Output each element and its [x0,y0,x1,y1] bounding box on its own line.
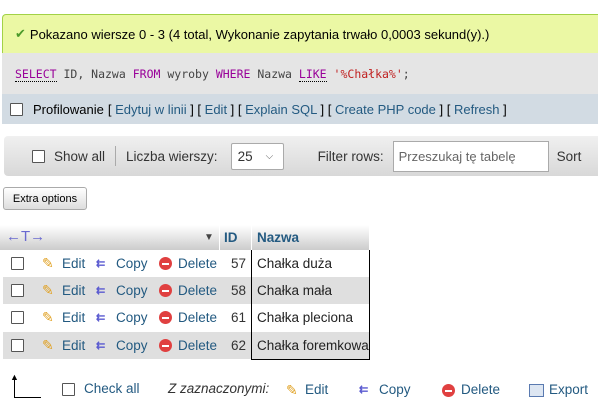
row-delete-button[interactable]: Delete [178,277,217,304]
profiling-label: Profilowanie [33,101,104,117]
sql-text: ID, Nazwa [56,66,133,81]
row-edit-button[interactable]: Edit [62,250,85,277]
success-message: ✔ Pokazano wiersze 0 - 3 (4 total, Wykona… [2,14,598,53]
extra-options-button[interactable]: Extra options [3,187,87,210]
rows-per-page-value: 25 [237,148,253,164]
row-checkbox[interactable] [11,257,24,270]
row-copy-button[interactable]: Copy [116,250,148,277]
sql-keyword[interactable]: SELECT [15,66,57,82]
sort-label: Sort [556,148,582,164]
column-header-id[interactable]: ID [224,230,238,245]
delete-icon [159,339,172,352]
row-id: 58 [230,283,246,298]
sort-triangle-icon[interactable]: ▼ [204,232,214,243]
delete-icon [442,384,455,397]
success-text: Pokazano wiersze 0 - 3 (4 total, Wykonan… [29,26,490,42]
copy-icon: ⇇ [96,285,106,297]
table-navigation-toolbar: Show all Liczba wierszy: 25 ⌵ Filter rows… [4,136,598,176]
row-copy-button[interactable]: Copy [116,277,148,304]
rows-per-page-select[interactable]: 25 ⌵ [230,142,284,170]
show-all-label[interactable]: Show all [54,149,105,164]
profiling-checkbox[interactable] [10,102,23,116]
copy-icon: ⇇ [96,258,106,270]
rows-per-page-label: Liczba wierszy: [126,148,218,164]
row-id: 57 [230,256,246,271]
row-id: 61 [230,310,246,325]
row-delete-button[interactable]: Delete [178,332,217,359]
pencil-icon: ✎ [42,337,54,353]
row-copy-button[interactable]: Copy [116,332,148,359]
divider [251,225,252,250]
show-all-checkbox[interactable] [32,149,45,163]
sql-keyword[interactable]: LIKE [298,66,327,82]
pencil-icon: ✎ [286,382,298,398]
row-edit-button[interactable]: Edit [62,332,85,359]
check-icon: ✔ [15,26,26,41]
sql-text: ; [402,66,410,81]
row-copy-button[interactable]: Copy [116,304,148,331]
refresh-link[interactable]: Refresh [454,102,500,117]
copy-icon: ⇇ [96,312,106,324]
bulk-export-button[interactable]: Export [549,382,588,397]
copy-icon: ⇇ [359,384,369,396]
filter-rows-label: Filter rows: [317,148,384,164]
table-header: ←T→ ▼ ID Nazwa [0,225,369,250]
delete-icon [159,284,172,297]
copy-icon: ⇇ [96,340,106,352]
create-php-code-link[interactable]: Create PHP code [335,102,436,117]
edit-link[interactable]: Edit [205,102,227,117]
inline-edit-link[interactable]: Edytuj w linii [115,102,187,117]
row-checkbox[interactable] [11,284,24,297]
row-delete-button[interactable]: Delete [178,304,217,331]
export-icon [529,384,544,397]
sql-keyword: WHERE [215,66,251,81]
sql-query: SELECT ID, Nazwa FROM wyroby WHERE Nazwa… [2,53,598,94]
pencil-icon: ✎ [42,255,54,271]
row-edit-button[interactable]: Edit [62,277,85,304]
bulk-actions: ▲ Check all Z zaznaczonymi: ✎ Edit ⇇ Cop… [0,372,598,406]
bulk-delete-button[interactable]: Delete [461,382,500,397]
with-selected-label: Z zaznaczonymi: [168,381,270,396]
sql-keyword: FROM [132,66,161,81]
divider [219,225,220,250]
check-all-checkbox[interactable] [62,383,75,396]
filter-rows-placeholder: Przeszukaj tę tabelę [398,148,516,164]
profiling-bar: Profilowanie [ Edytuj w linii ] [ Edit ]… [2,94,598,124]
divider [115,146,117,166]
row-checkbox[interactable] [11,311,24,324]
nazwa-column-border [251,250,370,360]
row-edit-button[interactable]: Edit [62,304,85,331]
row-checkbox[interactable] [11,339,24,352]
sql-text: wyroby [160,66,216,81]
bulk-copy-button[interactable]: Copy [379,382,411,397]
sql-string: '%Chałka%' [333,66,403,81]
pencil-icon: ✎ [42,282,54,298]
delete-icon [159,311,172,324]
explain-sql-link[interactable]: Explain SQL [245,102,317,117]
column-header-nazwa[interactable]: Nazwa [257,230,299,245]
column-arrows-icon[interactable]: ←T→ [6,228,45,245]
delete-icon [159,257,172,270]
row-id: 62 [230,338,246,353]
filter-rows-input[interactable]: Przeszukaj tę tabelę [392,140,549,172]
arrow-up-icon: ▲ [10,372,41,398]
check-all-label[interactable]: Check all [84,381,140,396]
chevron-down-icon: ⌵ [265,150,274,162]
sql-text: Nazwa [250,66,299,81]
pencil-icon: ✎ [42,309,54,325]
bulk-edit-button[interactable]: Edit [305,382,328,397]
row-delete-button[interactable]: Delete [178,250,217,277]
